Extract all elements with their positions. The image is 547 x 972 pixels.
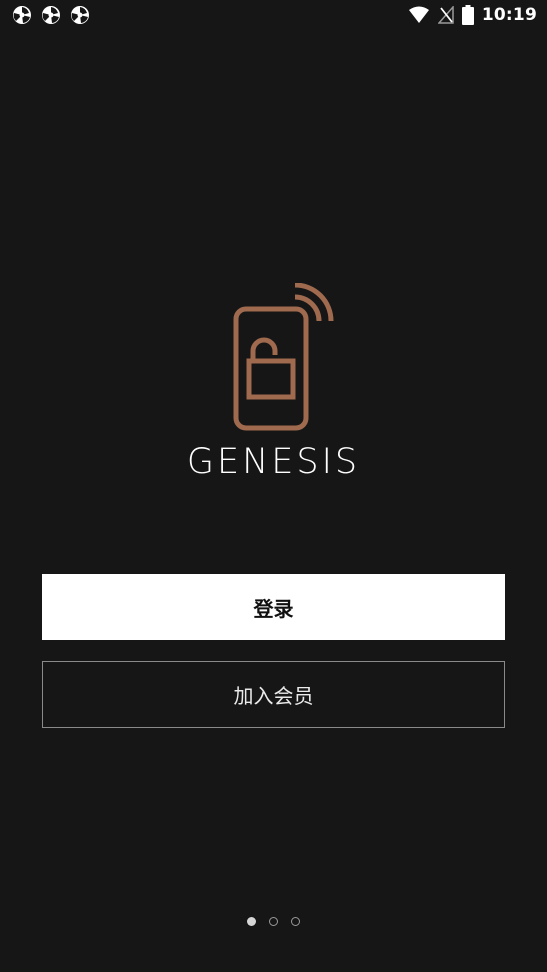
app-notification-icon	[42, 6, 60, 24]
page-dot[interactable]	[269, 917, 278, 926]
page-dot[interactable]	[291, 917, 300, 926]
logo-area: GENESIS	[0, 280, 547, 490]
page-dot-active[interactable]	[247, 917, 256, 926]
login-button[interactable]: 登录	[42, 574, 505, 640]
join-member-button[interactable]: 加入会员	[42, 661, 505, 728]
app-notification-icon	[71, 6, 89, 24]
status-time: 10:19	[481, 5, 537, 25]
join-member-button-label: 加入会员	[233, 684, 314, 708]
battery-icon	[461, 5, 474, 25]
login-button-label: 登录	[253, 596, 294, 621]
page-indicator	[0, 917, 547, 929]
wifi-icon	[408, 6, 429, 23]
status-right-group: 10:19	[408, 4, 537, 26]
app-notification-icon	[13, 6, 31, 24]
phone-unlock-logo-icon	[233, 283, 334, 431]
no-signal-icon	[437, 6, 454, 24]
brand-name: GENESIS	[186, 442, 361, 482]
status-bar: 10:19	[0, 0, 547, 30]
